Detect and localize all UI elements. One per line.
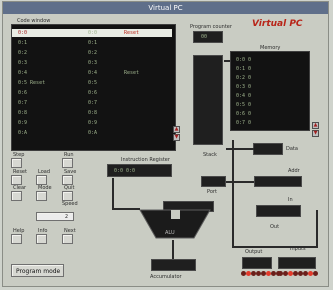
pc-column xyxy=(193,55,223,145)
bus-wire xyxy=(112,208,140,210)
code-row-address: 0:8 xyxy=(18,110,28,116)
window-title: Virtual PC xyxy=(3,2,328,14)
control-button[interactable] xyxy=(62,191,73,201)
code-row-comment: Reset xyxy=(124,70,140,76)
code-row-value: 0:7 xyxy=(88,100,98,106)
control-button[interactable] xyxy=(36,191,47,201)
speed-value: 2 xyxy=(65,214,69,220)
addr-register-label: Addr xyxy=(288,168,300,174)
code-row-address: 0:0 xyxy=(18,30,28,36)
memory-row[interactable]: 0:2 0 xyxy=(236,75,251,81)
instruction-register-label: Instruction Register xyxy=(121,157,170,163)
addr-register xyxy=(254,176,302,187)
in-register xyxy=(256,205,301,217)
code-row-value: 0:0 xyxy=(88,30,98,36)
accumulator-label: Accumulator xyxy=(150,274,182,280)
control-button[interactable] xyxy=(11,175,22,185)
bus-wire xyxy=(226,148,254,150)
memory-row[interactable]: 0:7 0 xyxy=(236,120,251,126)
code-row-value: 0:6 xyxy=(88,90,98,96)
control-button[interactable] xyxy=(11,158,22,168)
program-counter-label: Program counter xyxy=(190,24,232,30)
bus-wire xyxy=(224,60,230,62)
memory-scroll-down[interactable]: ▼ xyxy=(312,130,319,137)
code-row-value: 0:5 xyxy=(88,80,98,86)
program-mode-label: Program mode xyxy=(16,268,61,275)
code-row-value: 0:2 xyxy=(88,50,98,56)
accumulator-display xyxy=(151,259,196,271)
code-row-address: 0:6 xyxy=(18,90,28,96)
code-row-value: 0:4 xyxy=(88,70,98,76)
bus-wire xyxy=(172,240,174,259)
code-row-address: 0:3 xyxy=(18,60,28,66)
code-row-address: 0:7 xyxy=(18,100,28,106)
input-led xyxy=(313,271,318,276)
alu-shape xyxy=(139,209,211,239)
stack-display xyxy=(201,176,226,187)
data-register xyxy=(253,143,283,155)
code-row-address: 0:2 xyxy=(18,50,28,56)
bus-wire xyxy=(232,246,316,248)
memory-scroll-up[interactable]: ▲ xyxy=(312,122,319,129)
inputs-display xyxy=(278,257,316,269)
brand-title: Virtual PC xyxy=(252,19,303,29)
alu-label: ALU xyxy=(165,230,175,236)
program-counter-display: 00 xyxy=(193,31,223,43)
output-label: Output xyxy=(245,249,263,255)
control-button[interactable] xyxy=(62,158,73,168)
code-row-comment: Reset xyxy=(124,30,140,36)
instruction-register-value: 0:0 0:0 xyxy=(114,168,136,174)
speed-field[interactable]: 2 xyxy=(36,212,74,221)
control-button[interactable] xyxy=(11,191,22,201)
code-row-value: 0:9 xyxy=(88,120,98,126)
code-row-address: 0:1 xyxy=(18,40,28,46)
code-row-value: 0:1 xyxy=(88,40,98,46)
stack-label: Stack xyxy=(203,152,217,158)
bus-wire xyxy=(226,181,254,183)
code-row-value: 0:8 xyxy=(88,110,98,116)
memory-row[interactable]: 0:5 0 xyxy=(236,102,251,108)
code-row-address: 0:5 Reset xyxy=(18,80,46,86)
memory-row[interactable]: 0:3 0 xyxy=(236,84,251,90)
code-row-address: 0:4 xyxy=(18,70,28,76)
code-row-value: 0:A xyxy=(88,130,98,136)
memory-row[interactable]: 0:6 0 xyxy=(236,111,251,117)
code-scroll-down[interactable]: ▼ xyxy=(173,134,180,141)
bus-wire xyxy=(112,178,114,210)
memory-panel[interactable] xyxy=(230,51,310,131)
speed-label: Speed xyxy=(62,201,78,207)
program-mode-button[interactable]: Program mode xyxy=(11,264,64,277)
control-button[interactable] xyxy=(36,175,47,185)
out-register-label: Out xyxy=(270,224,280,230)
instruction-register-display: 0:0 0:0 xyxy=(107,164,172,177)
control-button[interactable] xyxy=(36,234,47,244)
control-button[interactable] xyxy=(62,175,73,185)
bus-wire xyxy=(316,210,318,248)
program-counter-value: 00 xyxy=(201,34,208,40)
memory-row[interactable]: 0:4 0 xyxy=(236,93,251,99)
in-register-label: In xyxy=(288,197,293,203)
bus-wire xyxy=(232,140,234,248)
memory-row[interactable]: 0:0 0 xyxy=(236,57,251,63)
output-display xyxy=(242,257,272,269)
code-row-address: 0:9 xyxy=(18,120,28,126)
control-button[interactable] xyxy=(62,234,73,244)
code-row-value: 0:3 xyxy=(88,60,98,66)
port-label: Port xyxy=(207,189,217,195)
memory-row[interactable]: 0:1 0 xyxy=(236,66,251,72)
control-button[interactable] xyxy=(11,234,22,244)
alu-notch xyxy=(171,210,180,219)
code-scroll-up[interactable]: ▲ xyxy=(173,126,180,133)
code-row-address: 0:A xyxy=(18,130,28,136)
data-register-label: Data xyxy=(286,146,298,152)
